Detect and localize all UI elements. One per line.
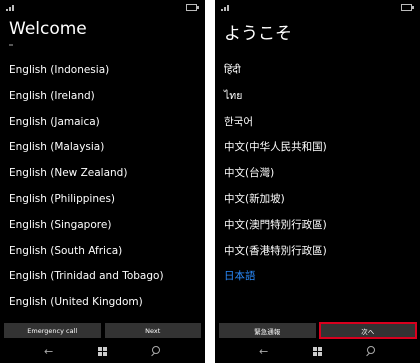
language-list[interactable]: हिंदी ไทย 한국어 中文(中华人民共和国) 中文(台灣) 中文(新加坡)… [224, 58, 416, 290]
language-item[interactable]: English (South Africa) [9, 239, 201, 265]
language-item[interactable]: 中文(中华人民共和国) [224, 135, 416, 161]
back-arrow-icon[interactable]: ← [259, 346, 268, 357]
language-item[interactable]: ไทย [224, 84, 416, 110]
navigation-bar: ← [215, 341, 420, 363]
signal-icon [6, 4, 18, 11]
language-item[interactable]: English (United Kingdom) [9, 290, 201, 316]
language-item[interactable]: 한국어 [224, 110, 416, 136]
language-item[interactable]: 中文(香港特別行政區) [224, 239, 416, 265]
language-item-selected[interactable]: 日本語 [224, 264, 416, 290]
search-icon[interactable] [150, 346, 160, 356]
language-list[interactable]: English (Indonesia) English (Ireland) En… [9, 58, 201, 316]
phone-screen-english: Welcome English (Indonesia) English (Ire… [0, 0, 205, 363]
language-item[interactable]: English (Trinidad and Tobago) [9, 264, 201, 290]
scroll-hint [9, 44, 13, 46]
search-icon[interactable] [365, 346, 375, 356]
next-button[interactable]: Next [104, 323, 201, 338]
language-item[interactable]: English (Malaysia) [9, 135, 201, 161]
language-item[interactable]: English (Ireland) [9, 84, 201, 110]
status-bar [215, 0, 420, 14]
language-item[interactable]: हिंदी [224, 58, 416, 84]
next-button[interactable]: 次へ [318, 322, 417, 339]
language-item[interactable]: English (New Zealand) [9, 161, 201, 187]
emergency-call-button[interactable]: Emergency call [4, 323, 101, 338]
page-title: ようこそ [224, 24, 292, 44]
navigation-bar: ← [0, 341, 205, 363]
language-item[interactable]: English (Indonesia) [9, 58, 201, 84]
language-item[interactable]: English (Singapore) [9, 213, 201, 239]
phone-screen-japanese: ようこそ हिंदी ไทย 한국어 中文(中华人民共和国) 中文(台灣) 中文… [215, 0, 420, 363]
battery-icon [401, 4, 414, 11]
language-item[interactable]: 中文(台灣) [224, 161, 416, 187]
windows-start-icon[interactable] [98, 347, 107, 356]
app-bar: 緊急通報 次へ [219, 322, 417, 339]
battery-icon [186, 4, 199, 11]
language-item[interactable]: English (Jamaica) [9, 110, 201, 136]
language-item[interactable]: English (Philippines) [9, 187, 201, 213]
back-arrow-icon[interactable]: ← [44, 346, 53, 357]
language-item[interactable]: 中文(澳門特別行政區) [224, 213, 416, 239]
page-title: Welcome [9, 19, 87, 39]
status-bar [0, 0, 205, 14]
language-item[interactable]: 中文(新加坡) [224, 187, 416, 213]
emergency-call-button[interactable]: 緊急通報 [219, 323, 316, 338]
app-bar: Emergency call Next [4, 323, 201, 338]
windows-start-icon[interactable] [313, 347, 322, 356]
signal-icon [221, 4, 233, 11]
